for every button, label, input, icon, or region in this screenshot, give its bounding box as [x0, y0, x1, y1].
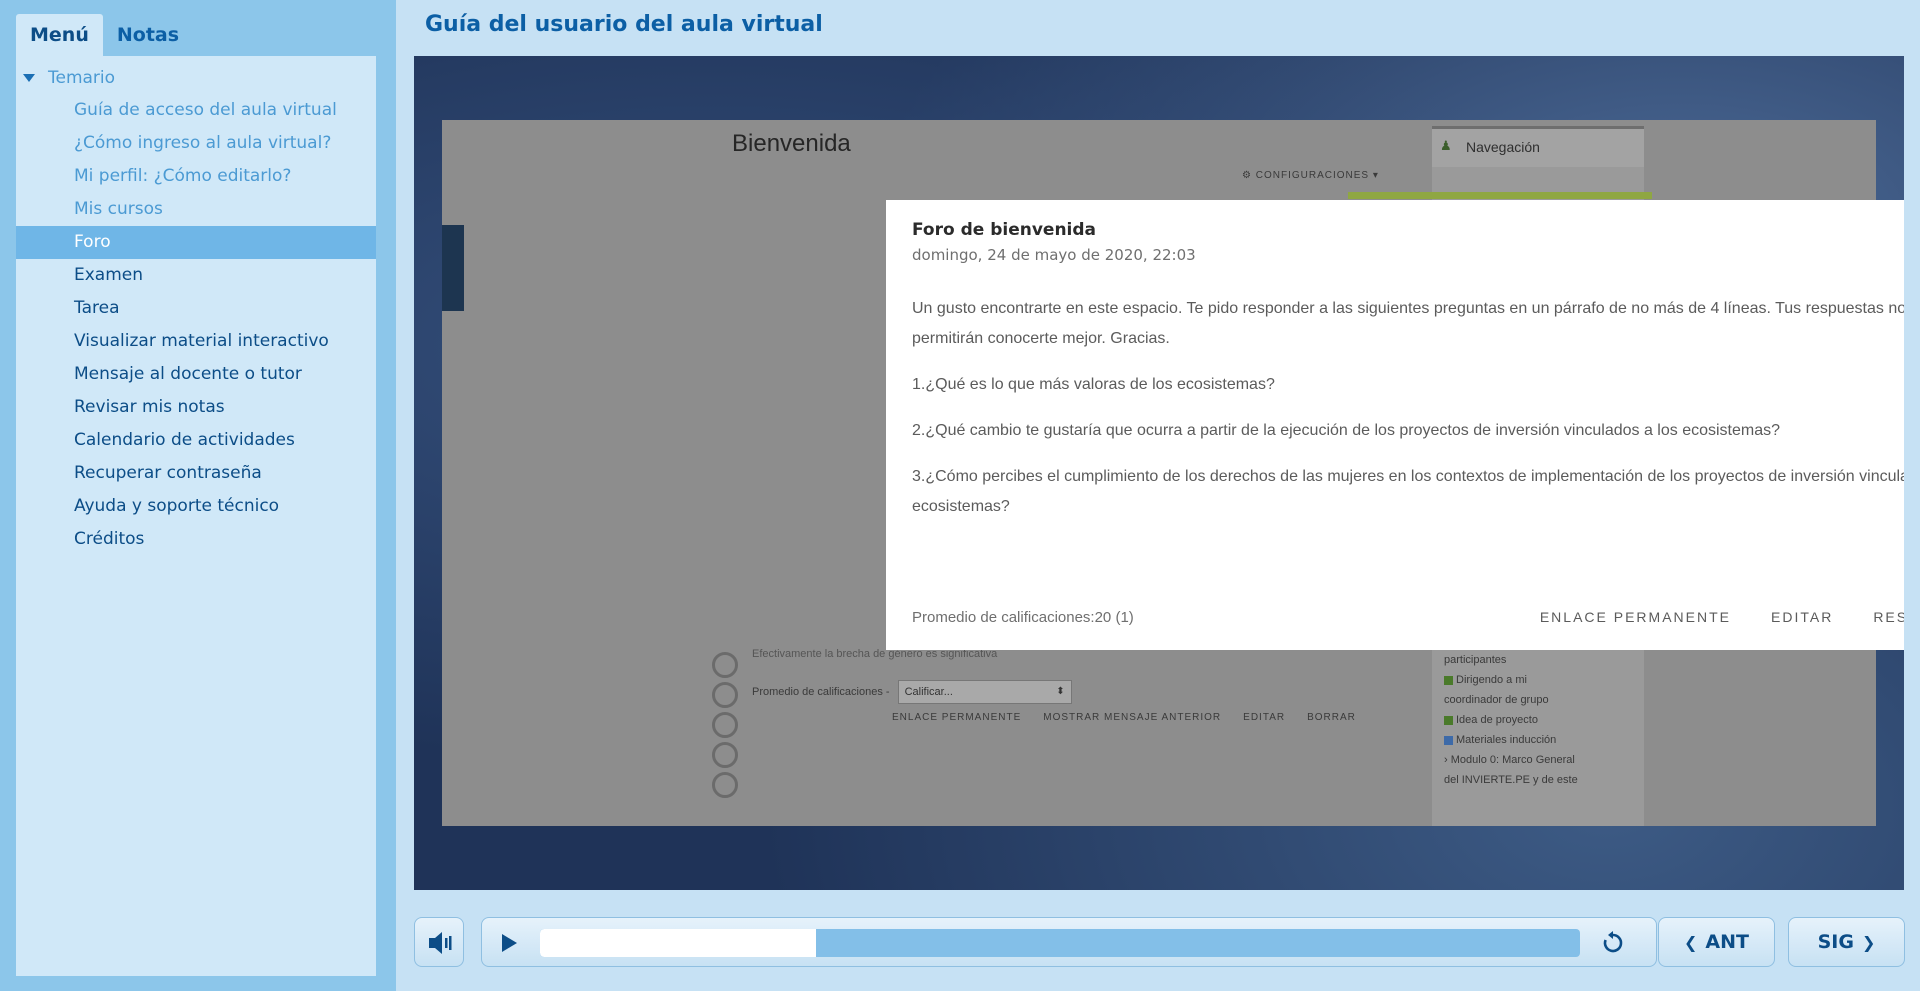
post-link: ENLACE PERMANENTE [892, 712, 1022, 723]
menu-item-calendario[interactable]: Calendario de actividades [16, 424, 376, 457]
speaker-icon [429, 932, 452, 954]
grade-label: Promedio de calificaciones - [752, 686, 890, 698]
menu-item-revisar-notas[interactable]: Revisar mis notas [16, 391, 376, 424]
chevron-left-icon: ❮ [1684, 932, 1698, 952]
menu-item-tarea[interactable]: Tarea [16, 292, 376, 325]
forum-footer: Promedio de calificaciones:20 (1) ENLACE… [912, 602, 1904, 632]
forum-intro: Un gusto encontrarte en este espacio. Te… [912, 300, 1904, 347]
menu-item-mi-perfil[interactable]: Mi perfil: ¿Cómo editarlo? [16, 160, 376, 193]
prev-button-content: ❮ ANT [1659, 918, 1774, 966]
player-bar [481, 917, 1657, 967]
progress-fill [540, 929, 816, 957]
sidebar: Menú Notas Temario Guía de acceso del au… [0, 0, 396, 991]
sidebar-tabs: Menú Notas [16, 14, 193, 56]
circle-icon [712, 682, 738, 708]
play-icon[interactable] [502, 934, 517, 952]
progress-slider[interactable] [540, 929, 1580, 957]
post-links: ENLACE PERMANENTE MOSTRAR MENSAJE ANTERI… [892, 712, 1356, 723]
reply-link: RESPONDER [1873, 609, 1904, 625]
edit-link: EDITAR [1771, 609, 1834, 625]
nav-item: participantes [1444, 654, 1507, 666]
forum-question: 3.¿Cómo percibes el cumplimiento de los … [912, 468, 1904, 515]
forum-post-card: Foro de bienvenida domingo, 24 de mayo d… [886, 200, 1904, 650]
grade-row: Promedio de calificaciones - Calificar..… [752, 680, 1072, 704]
nav-item: › Modulo 0: Marco General [1444, 754, 1575, 766]
circle-icon [712, 742, 738, 768]
nav-item: Materiales inducción [1444, 730, 1644, 750]
page-title: Guía del usuario del aula virtual [425, 12, 823, 37]
nav-item: Idea de proyecto [1444, 710, 1644, 730]
tab-menu[interactable]: Menú [16, 14, 103, 56]
config-text: CONFIGURACIONES [1255, 170, 1370, 181]
permalink-link: ENLACE PERMANENTE [1539, 609, 1731, 625]
config-label: ⚙ CONFIGURACIONES ▾ [1242, 170, 1379, 181]
menu-item-material-interactivo[interactable]: Visualizar material interactivo [16, 325, 376, 358]
navigation-icon: ♟ [1440, 139, 1452, 154]
temario-label: Temario [48, 68, 116, 88]
temario-toggle[interactable]: Temario [23, 62, 115, 94]
forum-question: 1.¿Qué es lo que más valoras de los ecos… [912, 376, 1275, 393]
navigation-title: Navegación [1466, 139, 1540, 155]
menu-item-ayuda-soporte[interactable]: Ayuda y soporte técnico [16, 490, 376, 523]
forum-title: Foro de bienvenida [912, 220, 1097, 240]
menu-item-mensaje-docente[interactable]: Mensaje al docente o tutor [16, 358, 376, 391]
chevron-right-icon: ❯ [1861, 932, 1876, 952]
menu-item-recuperar-contrasena[interactable]: Recuperar contraseña [16, 457, 376, 490]
navigation-items: participantes Dirigendo a mi coordinador… [1444, 650, 1644, 790]
replay-icon[interactable] [1601, 931, 1625, 955]
menu-item-examen[interactable]: Examen [16, 259, 376, 292]
forum-icon [1444, 715, 1453, 725]
circle-icon [712, 712, 738, 738]
forum-icon [1444, 675, 1453, 685]
caret-down-icon [23, 74, 35, 82]
menu-item-guia-acceso[interactable]: Guía de acceso del aula virtual [16, 94, 376, 127]
next-button-content: SIG ❯ [1789, 918, 1904, 966]
menu-list: Guía de acceso del aula virtual ¿Cómo in… [16, 94, 376, 556]
forum-average: Promedio de calificaciones:20 (1) [912, 608, 1134, 626]
post-link: EDITAR [1243, 712, 1286, 723]
hide-sidebars-tab [442, 225, 464, 311]
circle-icon [712, 652, 738, 678]
post-link: MOSTRAR MENSAJE ANTERIOR [1043, 712, 1222, 723]
next-button[interactable]: SIG ❯ [1788, 917, 1905, 967]
navigation-highlight [1348, 192, 1652, 199]
sidebar-panel: Temario Guía de acceso del aula virtual … [16, 56, 376, 976]
navigation-block-header: ♟ Navegación [1432, 126, 1644, 167]
prev-label: ANT [1705, 931, 1749, 953]
nav-item: coordinador de grupo [1444, 694, 1549, 706]
slide-stage: Bienvenida ⚙ CONFIGURACIONES ▾ ♟ Navegac… [414, 56, 1904, 890]
menu-item-foro[interactable]: Foro [16, 226, 376, 259]
circle-icon [712, 772, 738, 798]
audio-button[interactable] [414, 917, 464, 967]
menu-item-mis-cursos[interactable]: Mis cursos [16, 193, 376, 226]
nav-item: Dirigendo a mi [1444, 670, 1644, 690]
menu-item-creditos[interactable]: Créditos [16, 523, 376, 556]
nav-item: del INVIERTE.PE y de este [1444, 774, 1578, 786]
forum-question: 2.¿Qué cambio te gustaría que ocurra a p… [912, 422, 1781, 439]
menu-item-como-ingreso[interactable]: ¿Cómo ingreso al aula virtual? [16, 127, 376, 160]
next-label: SIG [1817, 931, 1854, 953]
grade-select: Calificar... [897, 680, 1072, 704]
prev-button[interactable]: ❮ ANT [1658, 917, 1775, 967]
moodle-page-heading: Bienvenida [732, 130, 851, 157]
post-link: BORRAR [1307, 712, 1356, 723]
forum-date: domingo, 24 de mayo de 2020, 22:03 [912, 246, 1196, 264]
folder-icon [1444, 735, 1453, 745]
tab-notas[interactable]: Notas [103, 14, 193, 56]
